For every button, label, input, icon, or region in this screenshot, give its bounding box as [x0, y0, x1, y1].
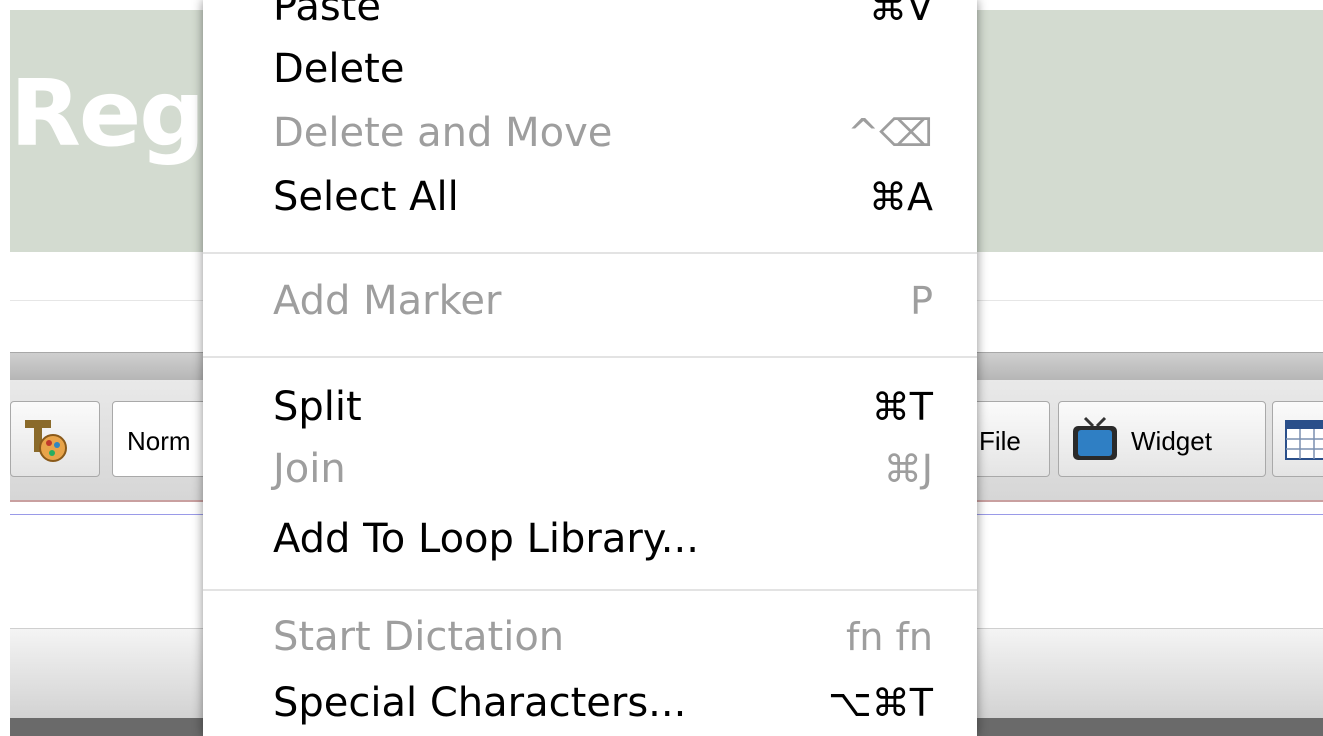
menu-item-shortcut: fn fn	[845, 615, 933, 659]
table-icon	[1285, 420, 1323, 460]
menu-item-select-all[interactable]: Select All ⌘A	[203, 170, 977, 228]
menu-item-special-characters[interactable]: Special Characters... ⌥⌘T	[203, 676, 977, 734]
menu-item-label: Delete	[273, 46, 405, 92]
menu-item-paste[interactable]: Paste ⌘V	[203, 0, 977, 38]
menu-separator	[203, 252, 977, 254]
menu-item-shortcut: ⌘T	[871, 385, 933, 429]
menu-item-shortcut: ⌥⌘T	[827, 681, 933, 725]
menu-item-label: Special Characters...	[273, 680, 687, 726]
menu-item-label: Select All	[273, 174, 459, 220]
menu-item-label: Start Dictation	[273, 614, 565, 660]
menu-item-add-marker: Add Marker P	[203, 274, 977, 332]
menu-item-shortcut: ⌘A	[869, 175, 933, 219]
menu-item-label: Add Marker	[273, 278, 502, 324]
widget-button-label: Widget	[1131, 426, 1212, 456]
file-button-label: File	[979, 426, 1021, 456]
widget-button[interactable]: Widget	[1058, 401, 1266, 477]
widget-tv-icon	[1073, 416, 1117, 460]
menu-item-shortcut: ⌘J	[883, 447, 933, 491]
text-style-icon	[25, 420, 67, 462]
menu-item-delete[interactable]: Delete	[203, 42, 977, 100]
menu-item-shortcut: P	[910, 279, 933, 323]
menu-item-shortcut: ⌘V	[869, 0, 933, 29]
menu-item-shortcut: ^⌫	[847, 111, 933, 155]
file-button[interactable]: File	[966, 401, 1050, 477]
menu-item-join: Join ⌘J	[203, 442, 977, 500]
menu-item-label: Join	[273, 446, 346, 492]
context-menu: Paste ⌘V Delete Delete and Move ^⌫ Selec…	[203, 0, 977, 736]
menu-item-start-dictation: Start Dictation fn fn	[203, 610, 977, 668]
menu-item-add-to-loop-library[interactable]: Add To Loop Library...	[203, 512, 977, 570]
menu-item-label: Paste	[273, 0, 381, 30]
text-style-button[interactable]	[10, 401, 100, 477]
page-title: Regi	[10, 60, 235, 167]
menu-item-delete-and-move: Delete and Move ^⌫	[203, 106, 977, 164]
menu-separator	[203, 356, 977, 358]
format-select-value: Norm	[127, 426, 191, 456]
menu-item-split[interactable]: Split ⌘T	[203, 380, 977, 438]
menu-item-label: Add To Loop Library...	[273, 516, 699, 562]
table-button[interactable]	[1272, 401, 1323, 477]
menu-item-label: Delete and Move	[273, 110, 613, 156]
menu-item-label: Split	[273, 384, 362, 430]
menu-separator	[203, 589, 977, 591]
